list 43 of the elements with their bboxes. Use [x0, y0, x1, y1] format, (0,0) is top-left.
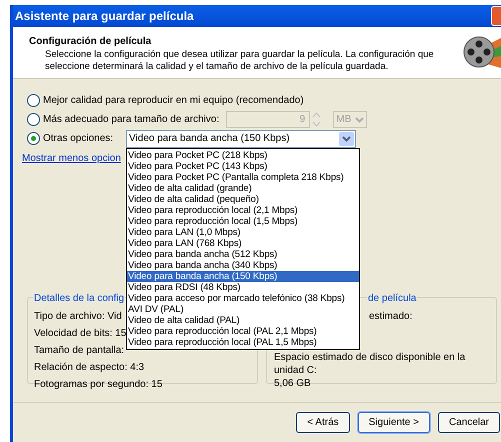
detail-text: Relación de aspecto: 4:3 [34, 361, 144, 374]
dropdown-item[interactable]: Video para reproducción local (PAL 1,5 Mbps) [127, 336, 360, 348]
option-label: Más adecuado para tamaño de archivo: [43, 113, 220, 127]
dropdown-item[interactable]: Video de alta calidad (pequeño) [127, 194, 360, 204]
dropdown-item[interactable]: AVI DV (PAL) [127, 304, 360, 314]
header-description: Seleccione la configuración que desea utilizar para guardar la película. La configuración que seleccione determinará la calidad y el tamaño de archivo de la película guardada. [44, 49, 435, 73]
dropdown-item[interactable]: Video para banda ancha (340 Kbps) [127, 260, 360, 270]
detail-text: Tipo de archivo: Vid [34, 310, 122, 323]
estimate-text: Espacio estimado de disco disponible en la unidad C: [273, 351, 466, 377]
dropdown-item[interactable]: Video para Pocket PC (Pantalla completa 218 Kbps) [127, 172, 360, 182]
detail-text: Fotogramas por segundo: 15 [34, 378, 162, 391]
radio-button[interactable] [27, 132, 40, 145]
window-title: Asistente para guardar película [15, 8, 194, 25]
dropdown-item[interactable]: Video para reproducción local (PAL 2,1 Mbps) [127, 326, 360, 336]
header-title: Configuración de película [29, 35, 152, 49]
dropdown-item[interactable]: Video para RDSI (48 Kbps) [127, 282, 360, 292]
dropdown-item[interactable]: Video de alta calidad (grande) [127, 182, 360, 194]
dropdown-item[interactable]: Video para Pocket PC (143 Kbps) [127, 160, 360, 172]
dropdown-item[interactable]: Video para reproducción local (1,5 Mbps) [127, 216, 360, 226]
dropdown-item[interactable]: Video para LAN (768 Kbps) [127, 238, 360, 248]
option-label: Otras opciones: [43, 132, 114, 146]
option-label: Mejor calidad para reproducir en mi equipo (recomendado) [43, 94, 304, 108]
estimate-text: 5,06 GB [273, 377, 312, 390]
dropdown-item[interactable]: Video para acceso por marcado telefónico (38 Kbps) [127, 292, 360, 304]
close-button[interactable] [491, 6, 501, 26]
preset-dropdown[interactable]: Video para banda ancha (150 Kbps) [126, 130, 356, 148]
radio-button[interactable] [27, 94, 40, 107]
detail-text: Velocidad de bits: 15 [34, 327, 126, 340]
wizard-button[interactable]: Siguiente > [358, 412, 430, 433]
wizard-button[interactable]: < Atrás [296, 412, 350, 433]
detail-text: Tamaño de pantalla: [34, 344, 124, 357]
wizard-button[interactable]: Cancelar [438, 412, 500, 433]
dropdown-item[interactable]: Video de alta calidad (PAL) [127, 314, 360, 326]
caret-icon [342, 136, 352, 142]
dropdown-item[interactable]: Video para banda ancha (150 Kbps) [127, 270, 360, 282]
caret-icon [355, 116, 364, 122]
group-title: de película [367, 291, 418, 306]
estimate-text: estimado: [369, 310, 412, 323]
group-title: Detalles de la config [33, 291, 126, 306]
dropdown-item[interactable]: Video para Pocket PC (218 Kbps) [127, 150, 360, 160]
dropdown-item[interactable]: Video para reproducción local (2,1 Mbps) [127, 204, 360, 216]
dropdown-item[interactable]: Video para banda ancha (512 Kbps) [127, 248, 360, 260]
dropdown-item[interactable]: Video para LAN (1,0 Mbps) [127, 226, 360, 238]
